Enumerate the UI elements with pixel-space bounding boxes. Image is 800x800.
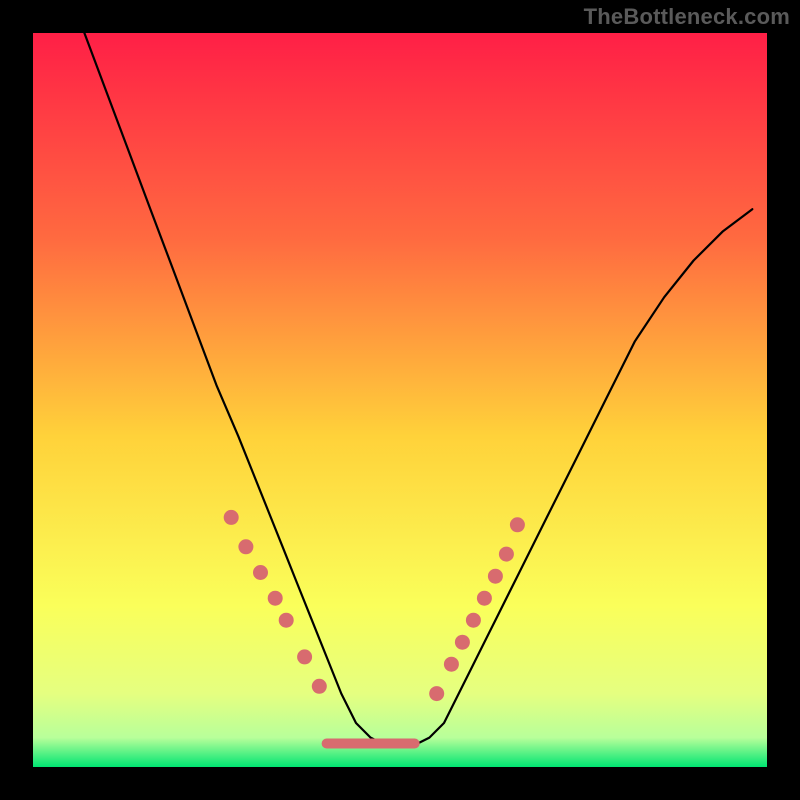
marker-dot — [499, 547, 514, 562]
marker-dot — [279, 613, 294, 628]
marker-dot — [444, 657, 459, 672]
gradient-background — [33, 33, 767, 767]
marker-dot — [466, 613, 481, 628]
marker-dot — [268, 591, 283, 606]
marker-dot — [224, 510, 239, 525]
watermark-text: TheBottleneck.com — [584, 4, 790, 30]
marker-dot — [238, 539, 253, 554]
chart-frame: TheBottleneck.com — [0, 0, 800, 800]
marker-dot — [510, 517, 525, 532]
marker-dot — [488, 569, 503, 584]
marker-dot — [297, 649, 312, 664]
bottleneck-chart — [33, 33, 767, 767]
marker-dot — [312, 679, 327, 694]
marker-dot — [253, 565, 268, 580]
marker-dot — [477, 591, 492, 606]
marker-dot — [455, 635, 470, 650]
marker-dot — [429, 686, 444, 701]
